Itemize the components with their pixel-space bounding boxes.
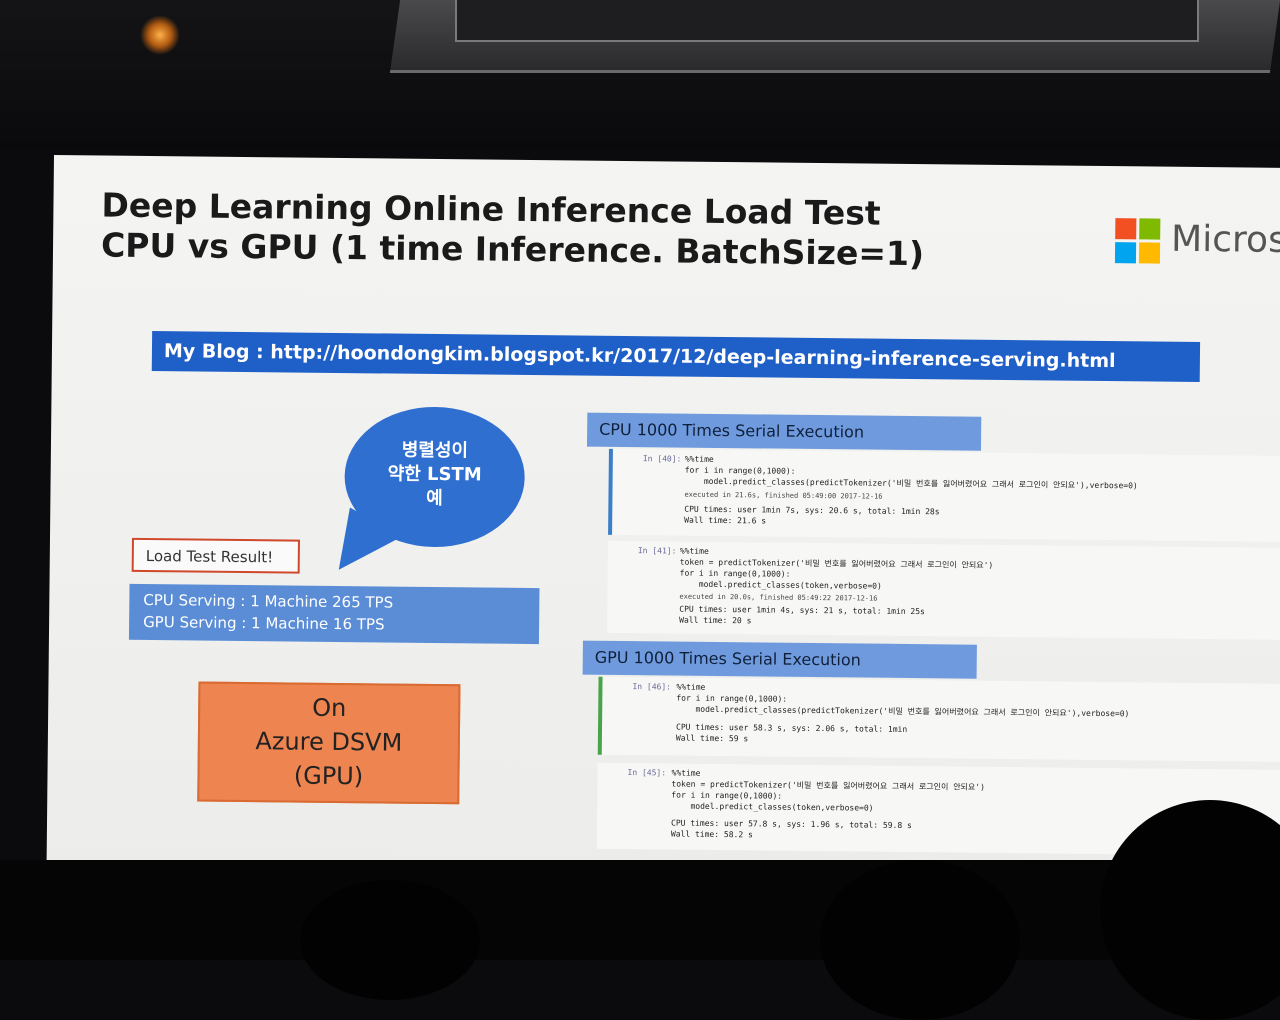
serving-results-box: CPU Serving : 1 Machine 265 TPS GPU Serv… xyxy=(128,583,540,645)
azure-line: On xyxy=(312,693,347,723)
load-test-result-label: Load Test Result! xyxy=(131,537,300,574)
gpu-execution-header: GPU 1000 Times Serial Execution xyxy=(582,640,977,679)
bubble-line: 병렬성이 xyxy=(401,439,469,462)
cell-prompt: In [46]: xyxy=(632,682,672,692)
microsoft-logo-icon xyxy=(1114,218,1161,264)
cpu-execution-header: CPU 1000 Times Serial Execution xyxy=(586,412,982,451)
azure-line: (GPU) xyxy=(293,761,364,791)
bubble-line: 예 xyxy=(426,487,443,510)
cell-output: CPU times: user 57.8 s, sys: 1.96 s, tot… xyxy=(670,818,912,840)
gpu-serving-text: GPU Serving : 1 Machine 16 TPS xyxy=(143,612,385,634)
ceiling-lamp xyxy=(140,15,180,55)
blog-link-bar: My Blog : http://hoondongkim.blogspot.kr… xyxy=(151,331,1201,383)
speech-bubble: 병렬성이 약한 LSTM 예 xyxy=(343,406,526,548)
logo-square-yellow xyxy=(1138,242,1161,264)
notebook-cell-cpu-2: In [41]: %%time token = predictTokenizer… xyxy=(607,540,1280,640)
audience-area xyxy=(0,860,1280,960)
projection-screen: Deep Learning Online Inference Load Test… xyxy=(46,155,1280,908)
slide-title-line2: CPU vs GPU (1 time Inference. BatchSize=… xyxy=(100,225,925,274)
audience-head xyxy=(300,880,480,1000)
slide-title: Deep Learning Online Inference Load Test… xyxy=(101,186,925,275)
logo-square-blue xyxy=(1114,242,1137,264)
azure-dsvm-box: On Azure DSVM (GPU) xyxy=(197,681,461,805)
cell-prompt: In [45]: xyxy=(627,768,667,778)
notebook-cell-cpu-1: In [40]: %%time for i in range(0,1000): … xyxy=(608,448,1280,542)
logo-square-green xyxy=(1139,218,1161,240)
notebook-cell-gpu-1: In [46]: %%time for i in range(0,1000): … xyxy=(597,676,1280,762)
cell-execution-meta: executed in 20.0s, finished 05:49:22 201… xyxy=(679,592,878,603)
ceiling-fixture-frame xyxy=(455,0,1199,42)
cell-prompt: In [40]: xyxy=(642,454,682,464)
cell-code: %%time for i in range(0,1000): model.pre… xyxy=(684,454,1138,491)
cell-output: CPU times: user 1min 7s, sys: 20.6 s, to… xyxy=(684,504,940,526)
cell-output: CPU times: user 58.3 s, sys: 2.06 s, tot… xyxy=(675,722,908,744)
cell-execution-meta: executed in 21.6s, finished 05:49:00 201… xyxy=(684,490,883,501)
cell-code: %%time token = predictTokenizer('비밀 번호를 … xyxy=(679,546,994,591)
cell-code: %%time for i in range(0,1000): model.pre… xyxy=(676,682,1130,719)
cell-output: CPU times: user 1min 4s, sys: 21 s, tota… xyxy=(679,604,925,626)
audience-head xyxy=(820,860,1020,1020)
brand-text: Micros xyxy=(1170,218,1280,261)
logo-square-red xyxy=(1115,218,1137,240)
cell-prompt: In [41]: xyxy=(637,546,677,556)
azure-line: Azure DSVM xyxy=(255,727,403,757)
cell-code: %%time token = predictTokenizer('비밀 번호를 … xyxy=(671,768,985,813)
bubble-line: 약한 LSTM xyxy=(387,463,482,486)
